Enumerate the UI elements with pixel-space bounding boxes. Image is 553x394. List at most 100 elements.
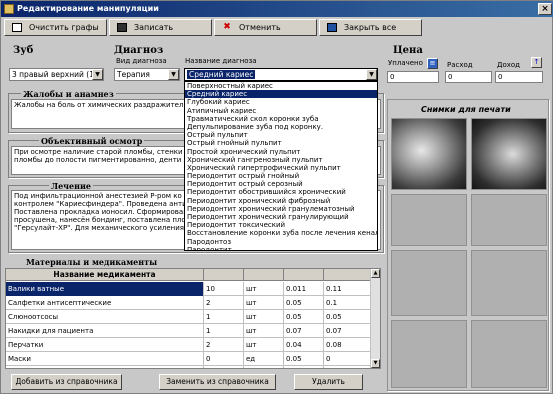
- diagnosis-option[interactable]: Хронический гипертрофический пульпит: [185, 164, 377, 172]
- chevron-down-icon[interactable]: ▼: [92, 69, 103, 80]
- table-cell[interactable]: 1: [204, 366, 244, 368]
- photo-slot[interactable]: [471, 194, 547, 246]
- table-cell[interactable]: Накидки для пациента: [6, 324, 204, 338]
- table-cell[interactable]: 10: [204, 282, 244, 296]
- diagnosis-option[interactable]: Периодонтит обострившийся хронический: [185, 188, 377, 196]
- table-row[interactable]: Перчатки 2 шт 0.04 0.08: [6, 338, 372, 352]
- table-cell[interactable]: 0.11: [324, 282, 372, 296]
- diagnosis-option[interactable]: Средний кариес: [185, 90, 377, 99]
- cancel-button[interactable]: ✖ Отменить: [214, 19, 317, 36]
- diagnosis-option[interactable]: Периодонтит токсический: [185, 221, 377, 229]
- xray-image-1[interactable]: [391, 118, 467, 190]
- diagnosis-option[interactable]: Травматический скол коронки зуба: [185, 115, 377, 123]
- diagnosis-option[interactable]: Острый пульпит: [185, 131, 377, 139]
- diagnosis-option[interactable]: Хронический гангренозный пульпит: [185, 156, 377, 164]
- photo-slot[interactable]: [471, 320, 547, 388]
- diagnosis-option[interactable]: Острый гнойный пульпит: [185, 139, 377, 147]
- scroll-up-icon[interactable]: ▲: [371, 269, 380, 278]
- scroll-down-icon[interactable]: ▼: [371, 359, 380, 368]
- table-cell[interactable]: 0.05: [284, 352, 324, 366]
- photo-slot[interactable]: [391, 194, 467, 246]
- table-cell[interactable]: шт: [244, 324, 284, 338]
- close-all-button[interactable]: Закрыть все: [319, 19, 422, 36]
- tooth-select[interactable]: 3 правый верхний (13 ▼: [9, 68, 104, 81]
- table-cell[interactable]: Кальцимол 3%: [6, 366, 204, 368]
- diagnosis-option[interactable]: Поверхностный кариес: [185, 82, 377, 90]
- expense-input[interactable]: 0: [445, 71, 492, 83]
- save-button[interactable]: Записать: [109, 19, 212, 36]
- diagnosis-option[interactable]: Атипичный кариес: [185, 107, 377, 115]
- table-cell[interactable]: 0.07: [284, 324, 324, 338]
- chevron-down-icon[interactable]: ▼: [366, 69, 377, 80]
- table-row[interactable]: Слюноотсосы 1 шт 0.05 0.05: [6, 310, 372, 324]
- table-cell[interactable]: шт: [244, 338, 284, 352]
- diagnosis-option[interactable]: Периодонтит хронический фиброзный: [185, 197, 377, 205]
- xray-picture: [392, 119, 466, 189]
- table-cell[interactable]: Маски: [6, 352, 204, 366]
- diagnosis-name-select[interactable]: Средний кариес ▼: [184, 68, 378, 81]
- diagnosis-option[interactable]: Периодонтит острый гнойный: [185, 172, 377, 180]
- table-row[interactable]: Валики ватные 10 шт 0.011 0.11: [6, 282, 372, 296]
- table-cell[interactable]: 0: [324, 352, 372, 366]
- column-header-price[interactable]: [284, 269, 324, 281]
- paid-input[interactable]: 0: [387, 71, 439, 83]
- delete-button[interactable]: Удалить: [294, 374, 363, 390]
- diagnosis-dropdown-list[interactable]: Поверхностный кариес Средний кариес Глубок…: [184, 81, 378, 251]
- diagnosis-option[interactable]: Глубокий кариес: [185, 98, 377, 106]
- photo-slot[interactable]: [391, 250, 467, 316]
- table-cell[interactable]: 2: [204, 338, 244, 352]
- table-row[interactable]: Салфетки антисептические 2 шт 0.05 0.1: [6, 296, 372, 310]
- table-row[interactable]: Накидки для пациента 1 шт 0.07 0.07: [6, 324, 372, 338]
- table-cell[interactable]: 0: [204, 352, 244, 366]
- income-input[interactable]: 0: [495, 71, 543, 83]
- table-cell[interactable]: Салфетки антисептические: [6, 296, 204, 310]
- table-cell[interactable]: 0.05: [324, 310, 372, 324]
- column-header-name[interactable]: Название медикамента: [6, 269, 204, 281]
- table-cell[interactable]: 0.08: [324, 338, 372, 352]
- diagnosis-option[interactable]: Пародонтоз: [185, 238, 377, 246]
- paid-arrow-icon[interactable]: ≡: [427, 58, 438, 69]
- table-cell[interactable]: 0.38: [284, 366, 324, 368]
- table-cell[interactable]: Перчатки: [6, 338, 204, 352]
- table-cell[interactable]: 0.04: [284, 338, 324, 352]
- xray-image-2[interactable]: [471, 118, 547, 190]
- arrow-up-icon[interactable]: ↑: [531, 57, 542, 68]
- diagnosis-option[interactable]: Пародонтит: [185, 246, 377, 250]
- table-cell[interactable]: 1: [204, 310, 244, 324]
- table-cell[interactable]: 0.05: [284, 296, 324, 310]
- photo-slot[interactable]: [391, 320, 467, 388]
- clear-fields-button[interactable]: Очистить графы: [4, 19, 107, 36]
- chevron-down-icon[interactable]: ▼: [168, 69, 179, 80]
- table-cell[interactable]: 0.1: [324, 296, 372, 310]
- diagnosis-option[interactable]: Периодонтит хронический гранулематозный: [185, 205, 377, 213]
- table-cell[interactable]: 1: [204, 324, 244, 338]
- column-header-unit[interactable]: [244, 269, 284, 281]
- diagnosis-option[interactable]: Восстановление коронки зуба после лечени…: [185, 229, 377, 237]
- table-cell[interactable]: 0.38: [324, 366, 372, 368]
- table-cell[interactable]: шт: [244, 296, 284, 310]
- table-cell[interactable]: Слюноотсосы: [6, 310, 204, 324]
- diagnosis-option[interactable]: Периодонтит острый серозный: [185, 180, 377, 188]
- table-cell[interactable]: шт: [244, 366, 284, 368]
- table-cell[interactable]: шт: [244, 282, 284, 296]
- table-cell[interactable]: 0.011: [284, 282, 324, 296]
- diagnosis-option[interactable]: Простой хронический пульпит: [185, 148, 377, 156]
- close-window-button[interactable]: ×: [538, 3, 552, 15]
- column-header-sum[interactable]: [324, 269, 372, 281]
- diagnosis-type-select[interactable]: Терапия ▼: [114, 68, 180, 81]
- table-cell[interactable]: 2: [204, 296, 244, 310]
- table-scrollbar[interactable]: ▲ ▼: [370, 269, 380, 368]
- add-from-catalog-button[interactable]: Добавить из справочника: [11, 374, 122, 390]
- table-row[interactable]: Кальцимол 3%1шт0.380.38: [6, 366, 372, 368]
- table-cell[interactable]: 0.05: [284, 310, 324, 324]
- table-cell[interactable]: Валики ватные: [6, 282, 204, 296]
- table-row[interactable]: Маски 0 ед 0.05 0: [6, 352, 372, 366]
- photo-slot[interactable]: [471, 250, 547, 316]
- replace-from-catalog-button[interactable]: Заменить из справочника: [159, 374, 276, 390]
- diagnosis-option[interactable]: Периодонтит хронический гранулирующий: [185, 213, 377, 221]
- table-cell[interactable]: ед: [244, 352, 284, 366]
- diagnosis-option[interactable]: Депульпирование зуба под коронку.: [185, 123, 377, 131]
- table-cell[interactable]: 0.07: [324, 324, 372, 338]
- table-cell[interactable]: шт: [244, 310, 284, 324]
- column-header-qty[interactable]: [204, 269, 244, 281]
